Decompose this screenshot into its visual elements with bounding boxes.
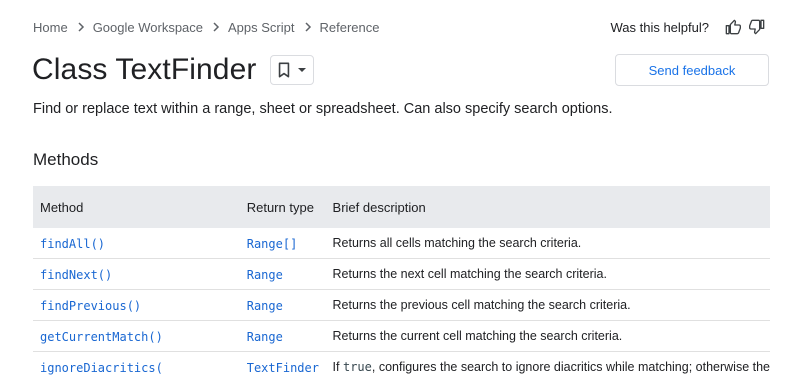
- table-row: ignoreDiacritics( TextFinder If true, co…: [33, 352, 770, 376]
- chevron-right-icon: [304, 22, 311, 32]
- breadcrumb-reference[interactable]: Reference: [320, 20, 380, 35]
- bookmark-button[interactable]: [270, 55, 315, 85]
- helpful-widget: Was this helpful?: [610, 16, 767, 38]
- arrow-drop-down-icon: [298, 68, 307, 72]
- methods-table: Method Return type Brief description fin…: [33, 186, 770, 376]
- return-type-link[interactable]: Range[]: [247, 237, 298, 251]
- chevron-right-icon: [78, 22, 84, 32]
- return-type-link[interactable]: Range: [247, 330, 283, 344]
- table-header-row: Method Return type Brief description: [33, 186, 770, 228]
- header-return-type: Return type: [239, 186, 326, 228]
- table-row: getCurrentMatch() Range Returns the curr…: [33, 320, 770, 352]
- method-link[interactable]: findAll(): [40, 237, 105, 251]
- method-link[interactable]: findNext(): [40, 268, 112, 282]
- method-brief: Returns the next cell matching the searc…: [325, 258, 770, 290]
- thumb-up-icon[interactable]: [723, 17, 743, 37]
- header-brief-description: Brief description: [325, 186, 770, 228]
- chevron-right-icon: [213, 22, 220, 32]
- brief-inline-code: true: [342, 360, 372, 374]
- method-link[interactable]: findPrevious(): [40, 299, 141, 313]
- table-row: findAll() Range[] Returns all cells matc…: [33, 228, 770, 259]
- header-method: Method: [33, 186, 240, 228]
- reference-page: Home Google Workspace Apps Script Refere…: [0, 0, 800, 376]
- brief-prefix: If: [332, 360, 340, 374]
- method-link[interactable]: getCurrentMatch(): [40, 330, 163, 344]
- breadcrumb-home[interactable]: Home: [33, 20, 68, 35]
- breadcrumb-google-workspace[interactable]: Google Workspace: [93, 20, 203, 35]
- breadcrumb: Home Google Workspace Apps Script Refere…: [33, 18, 379, 36]
- table-row: findPrevious() Range Returns the previou…: [33, 289, 770, 321]
- method-brief: Returns the current cell matching the se…: [325, 320, 770, 352]
- helpful-label: Was this helpful?: [610, 19, 709, 35]
- methods-heading: Methods: [33, 150, 99, 169]
- return-type-link[interactable]: Range: [247, 299, 283, 313]
- title-row: Class TextFinder: [32, 50, 315, 90]
- method-brief: Returns the previous cell matching the s…: [325, 289, 770, 321]
- table-row: findNext() Range Returns the next cell m…: [33, 258, 770, 290]
- class-description: Find or replace text within a range, she…: [33, 101, 613, 117]
- page-title: Class TextFinder: [32, 53, 257, 86]
- bookmark-icon: [279, 62, 290, 78]
- return-type-link[interactable]: TextFinder: [247, 361, 319, 375]
- thumb-down-icon[interactable]: [747, 17, 767, 37]
- method-brief: Returns all cells matching the search cr…: [325, 228, 770, 259]
- send-feedback-button[interactable]: Send feedback: [615, 54, 769, 86]
- method-link[interactable]: ignoreDiacritics(: [40, 361, 163, 375]
- brief-suffix: , configures the search to ignore diacri…: [371, 360, 770, 374]
- breadcrumb-apps-script[interactable]: Apps Script: [228, 20, 294, 35]
- return-type-link[interactable]: Range: [247, 268, 283, 282]
- method-brief: If true, configures the search to ignore…: [326, 352, 770, 376]
